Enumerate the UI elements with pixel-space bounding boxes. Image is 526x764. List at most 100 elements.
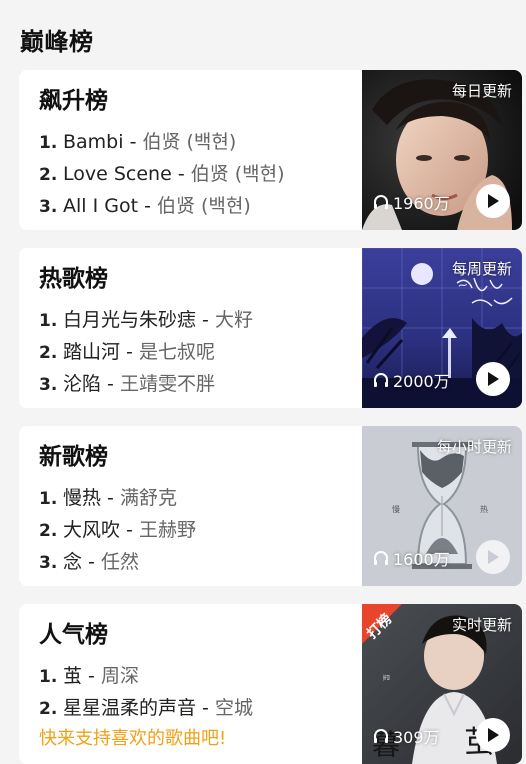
song-rank: 3. — [39, 375, 58, 395]
separator: - — [123, 131, 143, 153]
song-title: 沦陷 — [63, 373, 102, 395]
play-button[interactable] — [476, 718, 510, 752]
list-item[interactable]: 2. Love Scene - 伯贤 (백현) — [39, 158, 359, 190]
separator: - — [120, 519, 139, 541]
update-frequency: 实时更新 — [451, 616, 512, 634]
song-rank: 3. — [39, 197, 58, 217]
play-icon — [488, 194, 499, 208]
play-count-value: 309万 — [393, 728, 440, 747]
headphones-icon — [374, 729, 388, 743]
play-count-value: 2000万 — [393, 372, 450, 391]
song-title: 茧 — [63, 665, 83, 687]
chart-cover[interactable]: 暮 茧 星 打榜 实时更新 309万 — [362, 604, 522, 764]
song-title: 念 — [63, 551, 83, 573]
list-item[interactable]: 1. Bambi - 伯贤 (백현) — [39, 126, 359, 158]
play-icon — [488, 728, 499, 742]
separator: - — [82, 665, 101, 687]
svg-text:星: 星 — [382, 674, 390, 681]
song-artist: 周深 — [100, 665, 139, 687]
song-title: 慢热 — [63, 487, 102, 509]
play-count: 309万 — [372, 724, 440, 748]
song-artist: 是七叔呢 — [138, 341, 215, 363]
update-frequency: 每周更新 — [451, 260, 512, 278]
headphones-icon — [374, 551, 388, 565]
chart-title: 人气榜 — [39, 622, 108, 648]
separator: - — [138, 195, 157, 217]
separator: - — [82, 551, 101, 573]
song-title: 白月光与朱砂痣 — [63, 309, 197, 331]
song-rank: 1. — [39, 133, 58, 153]
update-frequency: 每日更新 — [451, 82, 512, 100]
song-rank: 1. — [39, 489, 58, 509]
list-item[interactable]: 3. 沦陷 - 王靖雯不胖 — [39, 368, 359, 400]
play-count: 2000万 — [372, 368, 450, 392]
list-item[interactable]: 1. 慢热 - 满舒克 — [39, 482, 359, 514]
song-rank: 2. — [39, 165, 58, 185]
play-count-value: 1960万 — [393, 194, 450, 213]
play-button[interactable] — [476, 362, 510, 396]
song-artist: 王赫野 — [138, 519, 196, 541]
chart-card-body: 热歌榜 1. 白月光与朱砂痣 - 大籽 2. 踏山河 - 是七叔呢 3. 沦陷 - 王… — [39, 262, 359, 400]
svg-text:热: 热 — [480, 504, 488, 514]
list-item[interactable]: 3. 念 - 任然 — [39, 546, 359, 578]
support-promo-link[interactable]: 快来支持喜欢的歌曲吧! — [39, 724, 359, 754]
song-rank: 3. — [39, 553, 58, 573]
play-count: 1960万 — [372, 190, 450, 214]
separator: - — [101, 373, 120, 395]
separator: - — [120, 341, 139, 363]
chart-card-popular[interactable]: 人气榜 1. 茧 - 周深 2. 星星温柔的声音 - 空城 快来支持喜欢的歌曲吧! … — [19, 604, 522, 764]
song-title: All I Got — [63, 195, 139, 217]
list-item[interactable]: 2. 大风吹 - 王赫野 — [39, 514, 359, 546]
song-title: 大风吹 — [63, 519, 121, 541]
song-artist: 王靖雯不胖 — [119, 373, 215, 395]
chart-card-body: 飙升榜 1. Bambi - 伯贤 (백현) 2. Love Scene - 伯贤 … — [39, 84, 359, 222]
chart-card-body: 新歌榜 1. 慢热 - 满舒克 2. 大风吹 - 王赫野 3. 念 - 任然 — [39, 440, 359, 578]
song-rank: 1. — [39, 311, 58, 331]
chart-title: 热歌榜 — [39, 266, 108, 292]
song-artist: 空城 — [214, 697, 253, 719]
song-rank: 2. — [39, 699, 58, 719]
separator: - — [196, 309, 215, 331]
song-artist: 伯贤 (백현) — [190, 163, 285, 185]
list-item[interactable]: 1. 茧 - 周深 — [39, 660, 359, 692]
chart-card-soaring[interactable]: 飙升榜 1. Bambi - 伯贤 (백현) 2. Love Scene - 伯贤 … — [19, 70, 522, 230]
chart-card-new[interactable]: 新歌榜 1. 慢热 - 满舒克 2. 大风吹 - 王赫野 3. 念 - 任然 慢 热 … — [19, 426, 522, 586]
song-title: Love Scene — [63, 163, 172, 185]
song-artist: 任然 — [100, 551, 139, 573]
play-icon — [488, 550, 499, 564]
song-artist: 满舒克 — [119, 487, 177, 509]
song-rank: 2. — [39, 343, 58, 363]
chart-cover[interactable]: 慢 热 每小时更新 1600万 — [362, 426, 522, 586]
chart-cover[interactable]: 每日更新 1960万 — [362, 70, 522, 230]
song-title: Bambi — [63, 131, 124, 153]
list-item[interactable]: 2. 星星温柔的声音 - 空城 — [39, 692, 359, 724]
play-icon — [488, 372, 499, 386]
section-title: 巅峰榜 — [20, 28, 94, 56]
chart-cover[interactable]: ~ 每周更新 2000万 — [362, 248, 522, 408]
song-artist: 大籽 — [214, 309, 253, 331]
chart-card-hot[interactable]: 热歌榜 1. 白月光与朱砂痣 - 大籽 2. 踏山河 - 是七叔呢 3. 沦陷 - 王… — [19, 248, 522, 408]
chart-title: 新歌榜 — [39, 444, 108, 470]
song-rank: 2. — [39, 521, 58, 541]
separator: - — [196, 697, 215, 719]
song-title: 星星温柔的声音 — [63, 697, 197, 719]
play-button[interactable] — [476, 540, 510, 574]
update-frequency: 每小时更新 — [436, 438, 512, 456]
chart-card-body: 人气榜 1. 茧 - 周深 2. 星星温柔的声音 - 空城 快来支持喜欢的歌曲吧! — [39, 618, 359, 754]
headphones-icon — [374, 373, 388, 387]
play-count-value: 1600万 — [393, 550, 450, 569]
play-button[interactable] — [476, 184, 510, 218]
chart-title: 飙升榜 — [39, 88, 108, 114]
list-item[interactable]: 3. All I Got - 伯贤 (백현) — [39, 190, 359, 222]
headphones-icon — [374, 195, 388, 209]
list-item[interactable]: 1. 白月光与朱砂痣 - 大籽 — [39, 304, 359, 336]
separator: - — [171, 163, 191, 185]
svg-text:慢: 慢 — [392, 504, 400, 514]
play-count: 1600万 — [372, 546, 450, 570]
separator: - — [101, 487, 120, 509]
song-artist: 伯贤 (백현) — [142, 131, 237, 153]
song-rank: 1. — [39, 667, 58, 687]
list-item[interactable]: 2. 踏山河 - 是七叔呢 — [39, 336, 359, 368]
song-artist: 伯贤 (백현) — [156, 195, 251, 217]
song-title: 踏山河 — [63, 341, 121, 363]
